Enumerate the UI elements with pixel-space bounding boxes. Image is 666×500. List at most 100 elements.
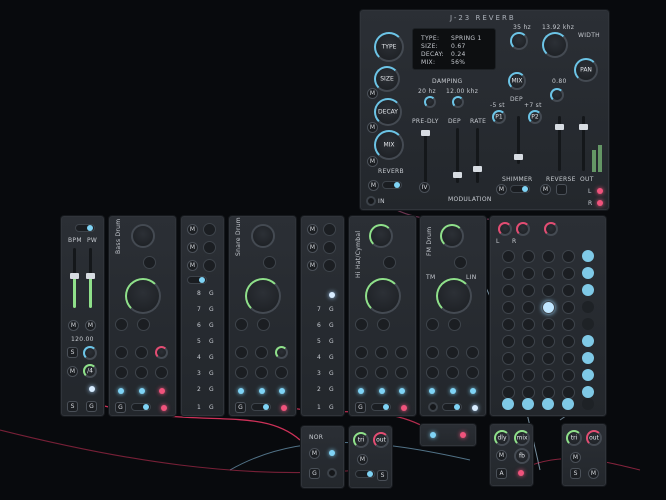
fm-param1-knob[interactable]: [426, 346, 439, 359]
tri2-s-button[interactable]: S: [570, 468, 581, 479]
matrix-cell[interactable]: [522, 250, 535, 263]
shimmer-mix-knob[interactable]: MIX: [508, 72, 526, 90]
decay-knob[interactable]: DECAY: [374, 98, 402, 126]
matrix-cell[interactable]: [522, 369, 535, 382]
matrix-cell[interactable]: [562, 369, 575, 382]
matrix-cell[interactable]: [542, 267, 555, 280]
bass-cycle-icon[interactable]: [137, 318, 150, 331]
matrix-cell[interactable]: [502, 250, 515, 263]
bpm-m-button[interactable]: M: [68, 320, 79, 331]
snare-param2-knob[interactable]: [255, 346, 268, 359]
matrix-cell[interactable]: [582, 267, 594, 279]
reverse-slider[interactable]: [555, 116, 564, 171]
hihat-param5-knob[interactable]: [375, 366, 388, 379]
seq1-knob-2[interactable]: [203, 241, 216, 254]
mod-rate-slider[interactable]: [473, 128, 482, 183]
bass-param2-knob[interactable]: [135, 346, 148, 359]
dly-mix-knob[interactable]: mix: [514, 430, 530, 446]
nor-g-input[interactable]: G: [309, 468, 320, 479]
matrix-bottom-pad[interactable]: [582, 398, 594, 410]
matrix-cell[interactable]: [542, 318, 555, 331]
matrix-l-knob[interactable]: [498, 222, 512, 236]
matrix-a-knob[interactable]: [544, 222, 558, 236]
fm-in-jack[interactable]: [428, 402, 438, 412]
bass-param6-knob[interactable]: [155, 366, 168, 379]
size-mod-button[interactable]: M: [367, 88, 378, 99]
snare-shape-icon[interactable]: [263, 256, 276, 269]
seq1-m-2[interactable]: M: [187, 242, 198, 253]
clock-s-button[interactable]: S: [67, 347, 78, 358]
fb-knob[interactable]: fb: [514, 448, 530, 464]
matrix-cell[interactable]: [522, 352, 535, 365]
seq2-m-2[interactable]: M: [307, 242, 318, 253]
bass-gate-input[interactable]: G: [115, 402, 126, 413]
snare-toggle[interactable]: [251, 403, 271, 411]
hihat-toggle[interactable]: [371, 403, 391, 411]
snare-param6-knob[interactable]: [275, 366, 288, 379]
size-knob[interactable]: SIZE: [374, 66, 400, 92]
matrix-cell[interactable]: [562, 352, 575, 365]
decay-mod-button[interactable]: M: [367, 122, 378, 133]
matrix-cell[interactable]: [502, 352, 515, 365]
hihat-param6-knob[interactable]: [395, 366, 408, 379]
matrix-cell[interactable]: [522, 301, 535, 314]
tri-toggle[interactable]: [355, 470, 375, 478]
seq2-knob-2[interactable]: [323, 241, 336, 254]
snare-env-icon[interactable]: [235, 318, 248, 331]
matrix-cell[interactable]: [562, 335, 575, 348]
shimmer-slider[interactable]: [514, 116, 523, 164]
hp-knob[interactable]: [510, 32, 528, 50]
snare-param3-knob[interactable]: [275, 346, 288, 359]
matrix-cell[interactable]: [522, 335, 535, 348]
reverb-m-button[interactable]: M: [368, 180, 379, 191]
fm-param5-knob[interactable]: [446, 366, 459, 379]
mod-depth-slider[interactable]: [453, 128, 462, 183]
bass-env-icon[interactable]: [115, 318, 128, 331]
damping-low-knob[interactable]: [424, 96, 436, 108]
fm-wave-knob[interactable]: [440, 224, 464, 248]
nor-out-jack[interactable]: [327, 468, 337, 478]
bass-param5-knob[interactable]: [135, 366, 148, 379]
matrix-cell[interactable]: [502, 284, 515, 297]
snare-cycle-icon[interactable]: [257, 318, 270, 331]
matrix-cell[interactable]: [542, 369, 555, 382]
clock-div-knob[interactable]: [83, 346, 97, 360]
tri-s-button[interactable]: S: [377, 470, 388, 481]
matrix-cell[interactable]: [582, 318, 594, 330]
fm-param4-knob[interactable]: [426, 366, 439, 379]
clock-m-button[interactable]: M: [67, 366, 78, 377]
bass-shape-icon[interactable]: [143, 256, 156, 269]
snare-gate-input[interactable]: G: [235, 402, 246, 413]
bass-param3-knob[interactable]: [155, 346, 168, 359]
matrix-cell[interactable]: [502, 335, 515, 348]
fm-param6-knob[interactable]: [466, 366, 479, 379]
dly-knob[interactable]: dly: [494, 430, 510, 446]
matrix-cell[interactable]: [562, 250, 575, 263]
seq2-knob-1[interactable]: [323, 223, 336, 236]
in-jack[interactable]: [366, 196, 376, 206]
seq1-toggle[interactable]: [187, 276, 207, 284]
out2-knob[interactable]: out: [586, 430, 602, 446]
hihat-cycle-icon[interactable]: [377, 318, 390, 331]
predelay-slider[interactable]: [421, 130, 430, 185]
hihat-shape-icon[interactable]: [383, 256, 396, 269]
matrix-cell[interactable]: [562, 301, 575, 314]
snare-param4-knob[interactable]: [235, 366, 248, 379]
seq2-m-3[interactable]: M: [307, 260, 318, 271]
lp-knob[interactable]: [542, 32, 568, 58]
hihat-param2-knob[interactable]: [375, 346, 388, 359]
hihat-param4-knob[interactable]: [355, 366, 368, 379]
pw-slider[interactable]: [86, 248, 95, 308]
output-slider[interactable]: [579, 116, 588, 171]
dly-a-button[interactable]: A: [496, 468, 507, 479]
matrix-bottom-pad[interactable]: [562, 398, 574, 410]
bass-toggle[interactable]: [131, 403, 151, 411]
tri2-knob[interactable]: tri: [566, 430, 582, 446]
snare-wave-knob[interactable]: [251, 224, 275, 248]
matrix-cell[interactable]: [542, 352, 555, 365]
matrix-cell[interactable]: [502, 301, 515, 314]
snare-level-knob[interactable]: [245, 278, 281, 314]
type-knob[interactable]: TYPE: [374, 32, 404, 62]
tri-m-button[interactable]: M: [357, 454, 368, 465]
clock-ratio-knob[interactable]: /4: [83, 364, 97, 378]
